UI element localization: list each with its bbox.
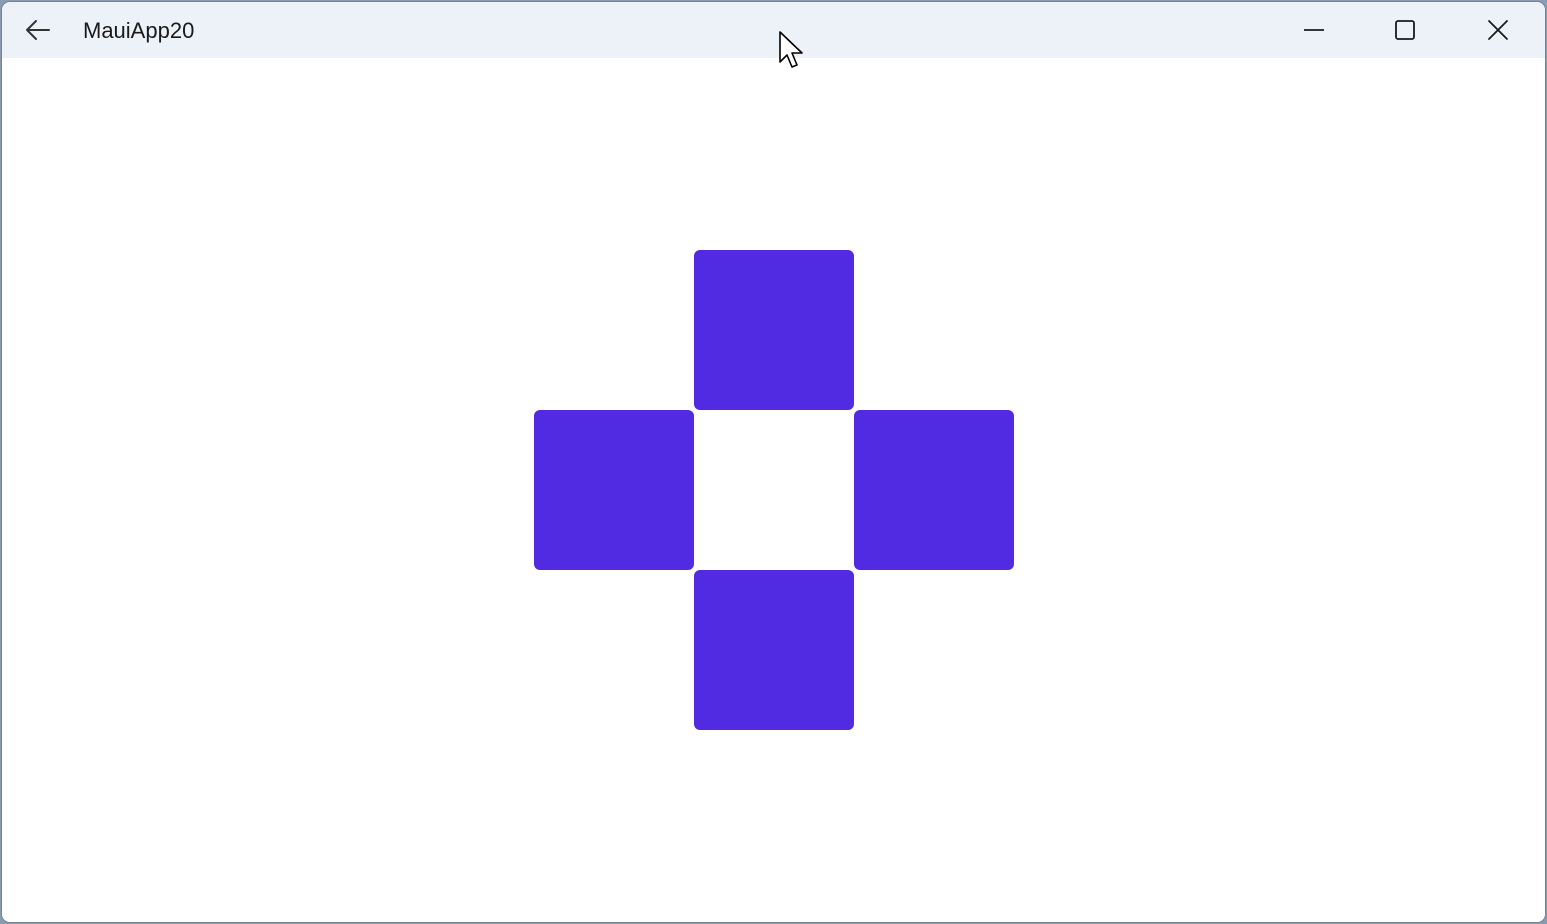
maximize-icon	[1395, 20, 1415, 40]
minimize-button[interactable]	[1268, 2, 1360, 58]
window-title: MauiApp20	[83, 18, 195, 43]
tile-top[interactable]	[694, 250, 854, 410]
back-button[interactable]	[16, 12, 60, 48]
app-window: MauiApp20	[2, 2, 1545, 922]
title-bar[interactable]: MauiApp20	[2, 2, 1545, 58]
close-icon	[1488, 20, 1508, 40]
maximize-button[interactable]	[1359, 2, 1451, 58]
tile-bottom[interactable]	[694, 570, 854, 730]
tile-left[interactable]	[534, 410, 694, 570]
close-button[interactable]	[1452, 2, 1544, 58]
minimize-icon	[1304, 29, 1324, 31]
content-area	[2, 58, 1545, 922]
tile-right[interactable]	[854, 410, 1014, 570]
back-arrow-icon	[26, 20, 50, 40]
